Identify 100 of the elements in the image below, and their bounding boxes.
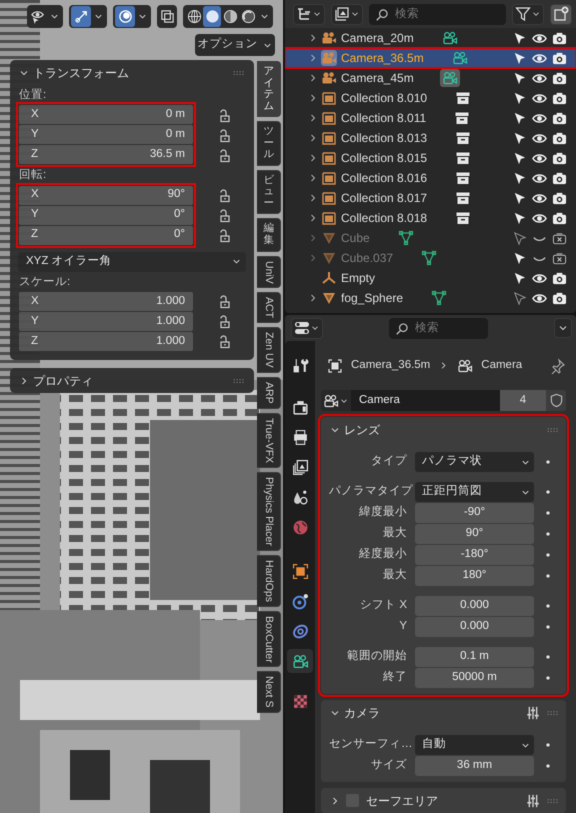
select-arrow-icon[interactable] xyxy=(512,90,527,106)
options-button[interactable]: オプション xyxy=(195,34,275,56)
number-field[interactable]: -90° xyxy=(415,503,534,523)
outliner-row[interactable]: Collection 8.013 xyxy=(285,128,576,148)
outliner-row[interactable]: fog_Sphere xyxy=(285,288,576,308)
number-field[interactable]: 0.000 xyxy=(415,596,534,616)
render-camera-icon[interactable] xyxy=(552,270,567,286)
outliner-row[interactable]: Collection 8.010 xyxy=(285,88,576,108)
select-arrow-icon[interactable] xyxy=(512,230,527,246)
filter-dropdown[interactable] xyxy=(512,4,544,24)
render-camera-icon[interactable] xyxy=(552,170,567,186)
select-arrow-icon[interactable] xyxy=(512,290,527,306)
datablock-browse-button[interactable] xyxy=(321,390,351,411)
sidebar-tab[interactable]: True-VFX xyxy=(257,412,281,468)
render-camera-icon[interactable] xyxy=(552,230,567,246)
sidebar-tab[interactable]: ビュー xyxy=(257,170,281,214)
dropdown-button[interactable] xyxy=(554,318,572,338)
number-field[interactable]: -180° xyxy=(415,545,534,565)
gizmo-toggle[interactable] xyxy=(71,6,91,27)
number-field[interactable]: Z 0° xyxy=(19,226,193,244)
dropdown[interactable]: 正距円筒図 xyxy=(415,482,534,502)
user-count[interactable]: 4 xyxy=(500,390,546,411)
outliner-row[interactable]: Camera_36.5m xyxy=(285,48,576,68)
sidebar-tab[interactable]: ACT xyxy=(257,292,281,324)
sidebar-tab[interactable]: HardOps xyxy=(257,554,281,607)
outliner-row[interactable]: Collection 8.016 xyxy=(285,168,576,188)
fake-user-button[interactable] xyxy=(546,390,566,411)
overlay-toggle[interactable] xyxy=(115,6,135,27)
outliner-row[interactable]: Cube.037 xyxy=(285,248,576,268)
display-mode-dropdown[interactable] xyxy=(293,4,325,24)
presets-icon[interactable] xyxy=(526,794,540,808)
render-camera-icon[interactable] xyxy=(552,90,567,106)
number-field[interactable]: X 90° xyxy=(19,186,193,204)
number-field[interactable]: Y 0° xyxy=(19,206,193,224)
number-field[interactable]: X 0 m xyxy=(19,105,193,124)
shading-mode-button[interactable] xyxy=(203,6,221,27)
outliner-row[interactable]: Camera_45m xyxy=(285,68,576,88)
sidebar-tab[interactable]: アイテム xyxy=(257,61,281,118)
select-arrow-icon[interactable] xyxy=(512,110,527,126)
sidebar-tab[interactable]: ツール xyxy=(257,121,281,166)
outliner-row[interactable]: Empty xyxy=(285,268,576,288)
number-field[interactable]: Y 1.000 xyxy=(19,312,193,331)
search-field[interactable]: 検索 xyxy=(369,4,506,24)
number-field[interactable]: Y 0 m xyxy=(19,125,193,144)
outliner-row[interactable]: Collection 8.018 xyxy=(285,208,576,228)
dropdown[interactable]: パノラマ状 xyxy=(415,452,534,472)
render-camera-icon[interactable] xyxy=(552,150,567,166)
number-field[interactable]: X 1.000 xyxy=(19,292,193,311)
render-camera-icon[interactable] xyxy=(552,30,567,46)
number-field[interactable]: 90° xyxy=(415,524,534,544)
name-field[interactable]: Camera xyxy=(351,390,500,411)
pin-icon[interactable] xyxy=(550,358,566,374)
new-collection-button[interactable] xyxy=(550,4,572,24)
number-field[interactable]: 50000 m xyxy=(415,668,534,688)
render-camera-icon[interactable] xyxy=(552,210,567,226)
select-arrow-icon[interactable] xyxy=(512,50,527,66)
select-arrow-icon[interactable] xyxy=(512,170,527,186)
outliner-row[interactable]: Cube xyxy=(285,228,576,248)
sidebar-tab[interactable]: Physics Placer xyxy=(257,472,281,551)
number-field[interactable]: 36 mm xyxy=(415,756,534,776)
data-button[interactable] xyxy=(440,69,460,87)
presets-icon[interactable] xyxy=(526,706,540,720)
search-field[interactable]: 検索 xyxy=(389,318,488,338)
sidebar-tab[interactable]: 編集 xyxy=(257,218,281,252)
select-arrow-icon[interactable] xyxy=(512,130,527,146)
render-camera-icon[interactable] xyxy=(552,130,567,146)
render-camera-icon[interactable] xyxy=(552,50,567,66)
number-field[interactable]: 0.1 m xyxy=(415,647,534,667)
number-field[interactable]: Z 36.5 m xyxy=(19,145,193,164)
dropdown[interactable]: XYZ オイラー角 xyxy=(18,252,246,272)
number-field[interactable]: Z 1.000 xyxy=(19,332,193,351)
number-field[interactable]: 180° xyxy=(415,566,534,586)
render-camera-icon[interactable] xyxy=(552,190,567,206)
render-camera-icon[interactable] xyxy=(552,110,567,126)
select-arrow-icon[interactable] xyxy=(512,30,527,46)
sidebar-tab[interactable]: UniV xyxy=(257,256,281,288)
sidebar-tab[interactable]: Next S xyxy=(257,671,281,713)
select-arrow-icon[interactable] xyxy=(512,210,527,226)
select-arrow-icon[interactable] xyxy=(512,190,527,206)
properties-tab[interactable] xyxy=(287,649,313,673)
panel-title[interactable]: トランスフォーム xyxy=(33,64,129,82)
outliner-row[interactable]: Collection 8.017 xyxy=(285,188,576,208)
select-arrow-icon[interactable] xyxy=(512,250,527,266)
outliner-row[interactable]: Collection 8.015 xyxy=(285,148,576,168)
sidebar-tab[interactable]: BoxCutter xyxy=(257,610,281,668)
sidebar-tab[interactable]: Zen UV xyxy=(257,327,281,373)
scene-dropdown[interactable] xyxy=(331,4,363,24)
panel-title[interactable]: カメラ xyxy=(344,704,380,722)
select-arrow-icon[interactable] xyxy=(512,270,527,286)
outliner-row[interactable]: Collection 8.011 xyxy=(285,108,576,128)
render-camera-icon[interactable] xyxy=(552,250,567,266)
panel-title[interactable]: プロパティ xyxy=(33,372,93,390)
panel-title[interactable]: レンズ xyxy=(344,420,380,438)
panel-title[interactable]: セーフエリア xyxy=(366,792,438,810)
render-camera-icon[interactable] xyxy=(552,70,567,86)
select-arrow-icon[interactable] xyxy=(512,150,527,166)
select-arrow-icon[interactable] xyxy=(512,70,527,86)
dropdown[interactable]: 自動 xyxy=(415,735,534,755)
sidebar-tab[interactable]: ARP xyxy=(257,376,281,409)
render-camera-icon[interactable] xyxy=(552,290,567,306)
